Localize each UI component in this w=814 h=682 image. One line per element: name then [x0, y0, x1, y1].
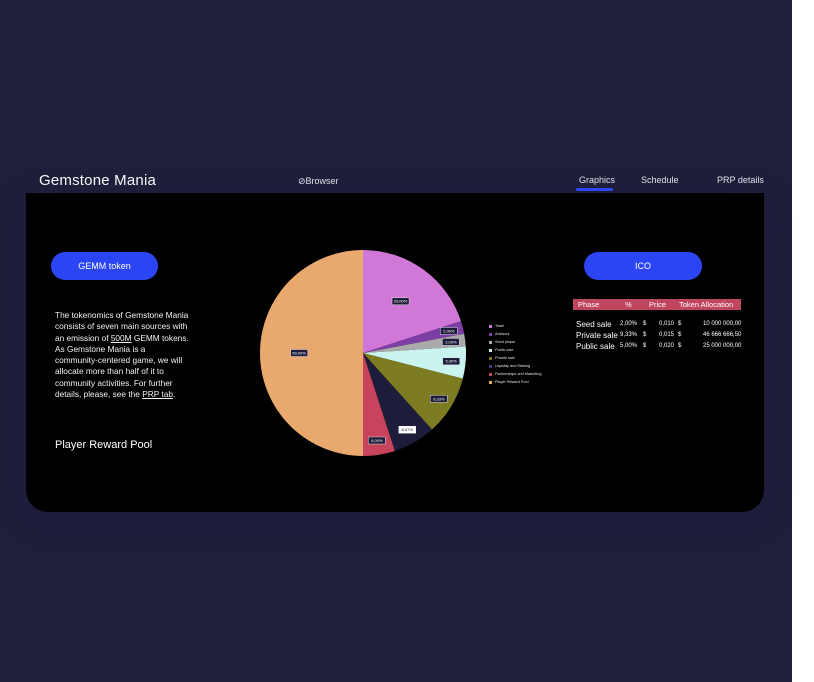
- legend-swatch: [489, 348, 492, 352]
- pie-data-label: 5,00%: [442, 357, 460, 366]
- cell-currency: $: [643, 343, 647, 349]
- desc-text-3: .: [172, 389, 176, 400]
- tab-graphics[interactable]: Graphics: [575, 175, 615, 191]
- tokenomics-description: The tokenomics of Gemstone Mania consist…: [55, 310, 190, 400]
- col-token-allocation: Token Allocation: [679, 300, 734, 309]
- pie-chart: 20,00% 2,00% 2,00% 5,00% 9,33% 6,67% 5,00% 50,0…: [260, 250, 466, 456]
- pie-data-label: 9,33%: [430, 395, 448, 403]
- legend-swatch: [489, 364, 492, 368]
- tab-prp-details[interactable]: PRP details: [717, 175, 764, 185]
- pie-label-text: 2,00%: [445, 339, 457, 344]
- pie-label-text: 2,00%: [443, 328, 455, 333]
- cell-currency: $: [678, 343, 682, 349]
- legend-swatch: [489, 380, 492, 384]
- pie-data-label: 20,00%: [391, 297, 410, 306]
- legend-label: Partnerships and Marketing: [495, 372, 542, 376]
- ico-button[interactable]: ICO: [584, 252, 702, 280]
- link-500m[interactable]: 500M: [111, 333, 132, 343]
- cell-allocation: 25 000 000,00: [703, 343, 742, 349]
- cell-percent: 9,33%: [620, 332, 638, 338]
- legend-item[interactable]: Public sale: [489, 346, 541, 354]
- legend-label: Private sale: [495, 356, 515, 360]
- pie-data-label: 5,00%: [368, 436, 386, 445]
- legend-label: Advisors: [495, 332, 510, 336]
- legend-label: Seed phase: [495, 340, 516, 344]
- pie-data-label: 2,00%: [440, 327, 458, 335]
- cell-price: 0,020: [659, 343, 675, 349]
- tab-schedule[interactable]: Schedule: [641, 175, 679, 185]
- cell-currency: $: [643, 332, 647, 338]
- chart-legend: Team Advisors Seed phase Public sale Private…: [489, 322, 541, 386]
- cell-phase: Public sale: [576, 342, 615, 351]
- legend-item[interactable]: Partnerships and Marketing: [489, 370, 541, 378]
- legend-item[interactable]: Player Reward Pool: [489, 378, 541, 386]
- gemm-token-button[interactable]: GEMM token: [51, 252, 158, 280]
- col-price: Price: [649, 300, 667, 309]
- cell-currency: $: [678, 332, 682, 338]
- col-percent: %: [625, 300, 632, 309]
- pie-label-text: 5,00%: [446, 359, 458, 364]
- pie-data-label: 2,00%: [442, 338, 460, 346]
- pie-label-text: 50,00%: [292, 350, 306, 355]
- legend-label: Player Reward Pool: [495, 380, 529, 384]
- cell-currency: $: [678, 321, 682, 327]
- legend-label: Team: [495, 324, 505, 328]
- table-row: Public sale 5,00% $ 0,020 $ 25 000 000,0…: [573, 341, 741, 352]
- browser-link[interactable]: ⊘Browser: [298, 176, 339, 187]
- legend-item[interactable]: Advisors: [489, 330, 541, 338]
- legend-item[interactable]: Liquidity and Staking: [489, 362, 541, 370]
- cell-allocation: 10 000 000,00: [703, 321, 742, 327]
- pie-data-label: 6,67%: [398, 426, 416, 434]
- legend-label: Liquidity and Staking: [495, 364, 531, 368]
- legend-swatch: [489, 372, 492, 376]
- legend-swatch: [489, 356, 492, 360]
- pie-label-text: 6,67%: [402, 427, 414, 432]
- pie-label-text: 5,00%: [371, 438, 383, 443]
- cell-allocation: 46 666 666,50: [703, 332, 742, 338]
- app-title: Gemstone Mania: [39, 172, 157, 189]
- link-prp-tab[interactable]: PRP tab: [142, 389, 173, 399]
- cell-percent: 2,00%: [620, 321, 638, 327]
- pie-label-text: 9,33%: [433, 396, 445, 401]
- selected-slice-label: Player Reward Pool: [55, 439, 153, 451]
- pie-label-text: 20,00%: [394, 299, 408, 304]
- cell-price: 0,010: [659, 321, 675, 327]
- pie-slice-player-reward-pool[interactable]: [260, 250, 363, 456]
- cell-percent: 5,00%: [620, 343, 638, 349]
- cell-phase: Private sale: [576, 331, 618, 340]
- legend-item[interactable]: Seed phase: [489, 338, 541, 346]
- cell-phase: Seed sale: [576, 320, 612, 329]
- cell-currency: $: [643, 321, 647, 327]
- legend-swatch: [489, 340, 492, 344]
- ico-table-header: Phase % Price Token Allocation: [573, 299, 741, 310]
- pie-data-label: 50,00%: [290, 349, 308, 357]
- col-phase: Phase: [578, 300, 600, 309]
- cell-price: 0,015: [659, 332, 675, 338]
- legend-label: Public sale: [495, 348, 514, 352]
- table-row: Private sale 9,33% $ 0,015 $ 46 666 666,…: [573, 330, 741, 341]
- table-row: Seed sale 2,00% $ 0,010 $ 10 000 000,00: [573, 319, 741, 330]
- legend-swatch: [489, 332, 492, 336]
- ico-table: Phase % Price Token Allocation Seed sale…: [573, 299, 741, 352]
- legend-item[interactable]: Team: [489, 322, 541, 330]
- legend-swatch: [489, 324, 492, 328]
- legend-item[interactable]: Private sale: [489, 354, 541, 362]
